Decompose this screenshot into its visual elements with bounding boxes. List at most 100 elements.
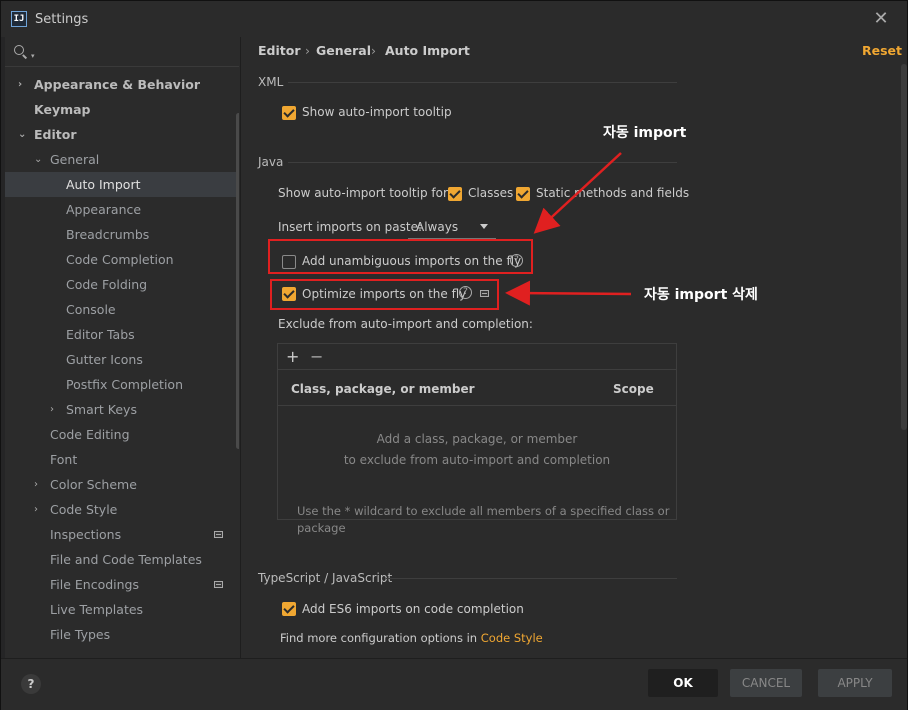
project-scope-icon — [214, 531, 223, 538]
sidebar-item[interactable]: Keymap — [5, 97, 239, 122]
sidebar-item[interactable]: ⌄ Editor — [5, 122, 239, 147]
apply-button[interactable]: APPLY — [818, 669, 892, 697]
sidebar-item-label: Code Completion — [66, 252, 174, 267]
panel-scrollbar[interactable] — [901, 64, 907, 430]
breadcrumb-auto-import: Auto Import — [385, 43, 470, 58]
close-icon[interactable]: ✕ — [871, 9, 891, 29]
sidebar-item[interactable]: Inspections — [5, 522, 239, 547]
empty-table-line-2: to exclude from auto-import and completi… — [343, 453, 611, 467]
sidebar-item-label: Code Editing — [50, 427, 130, 442]
sidebar-item[interactable]: File and Code Templates — [5, 547, 239, 572]
add-es6-label: Add ES6 imports on code completion — [302, 602, 524, 616]
sidebar-item[interactable]: File Encodings — [5, 572, 239, 597]
exclude-label: Exclude from auto-import and completion: — [278, 317, 533, 331]
title-bar: IJ Settings ✕ — [1, 1, 907, 37]
sidebar-item-label: Appearance & Behavior — [34, 77, 200, 92]
sidebar-item-label: Appearance — [66, 202, 142, 217]
sidebar-item-label: Live Templates — [50, 602, 144, 617]
auto-import-panel: Editor › General › Auto Import Reset XML… — [240, 37, 907, 658]
sidebar-item-label: File and Code Templates — [50, 552, 202, 567]
breadcrumb-separator: › — [371, 43, 376, 58]
insert-imports-value: Always — [416, 220, 459, 234]
cancel-button[interactable]: CANCEL — [730, 669, 802, 697]
reset-link[interactable]: Reset — [862, 43, 902, 58]
annotation-box-add-unambiguous — [268, 239, 533, 274]
sidebar-item[interactable]: File Types — [5, 622, 239, 647]
sidebar-item[interactable]: Code Completion — [5, 247, 239, 272]
sidebar-item-label: Editor Tabs — [66, 327, 135, 342]
sidebar-item-label: Smart Keys — [66, 402, 137, 417]
exclude-table: + − Class, package, or member Scope Add … — [277, 343, 677, 520]
sidebar-item[interactable]: Gutter Icons — [5, 347, 239, 372]
sidebar-item-label: General — [50, 152, 100, 167]
sidebar-item[interactable]: › Color Scheme — [5, 472, 239, 497]
sidebar-item-label: Code Style — [50, 502, 118, 517]
static-methods-label: Static methods and fields — [536, 186, 690, 200]
help-button[interactable]: ? — [21, 674, 41, 694]
chevron-right-icon[interactable]: › — [18, 72, 22, 97]
sidebar-item[interactable]: › Appearance & Behavior — [5, 72, 239, 97]
remove-icon[interactable]: − — [310, 347, 323, 366]
sidebar-item-label: File Encodings — [50, 577, 140, 592]
intellij-app-icon: IJ — [11, 11, 27, 27]
sidebar-item-label: Breadcrumbs — [66, 227, 150, 242]
sidebar-item-label: Color Scheme — [50, 477, 137, 492]
wildcard-hint: Use the * wildcard to exclude all member… — [297, 504, 670, 535]
sidebar-item-label: Inspections — [50, 527, 122, 542]
annotation-auto-import-remove: 자동 import 삭제 — [644, 287, 758, 303]
classes-label: Classes — [468, 186, 514, 200]
classes-checkbox[interactable] — [448, 187, 462, 201]
empty-table-line-1: Add a class, package, or member — [376, 432, 578, 446]
code-style-link[interactable]: Code Style — [481, 631, 543, 645]
sidebar-item[interactable]: Live Templates — [5, 597, 239, 622]
window-title: Settings — [35, 12, 89, 27]
sidebar-item[interactable]: Auto Import — [5, 172, 239, 197]
breadcrumb-separator: › — [305, 43, 310, 58]
sidebar-item-label: Code Folding — [66, 277, 148, 292]
find-more-text: Find more configuration options in Code … — [280, 631, 543, 645]
chevron-right-icon[interactable]: › — [34, 497, 38, 522]
chevron-down-icon[interactable]: ⌄ — [34, 147, 42, 172]
add-es6-checkbox[interactable] — [282, 602, 296, 616]
sidebar-item-label: Keymap — [34, 102, 91, 117]
sidebar-item[interactable]: Code Folding — [5, 272, 239, 297]
sidebar-item-label: Gutter Icons — [66, 352, 143, 367]
chevron-down-icon[interactable]: ⌄ — [18, 122, 26, 147]
sidebar-item[interactable]: Font — [5, 447, 239, 472]
sidebar-scrollbar[interactable] — [236, 113, 239, 449]
breadcrumb-editor[interactable]: Editor — [258, 43, 301, 58]
sidebar-item-label: Auto Import — [66, 177, 141, 192]
column-header-member[interactable]: Class, package, or member — [291, 382, 475, 396]
xml-show-tooltip-checkbox[interactable] — [282, 106, 296, 120]
ok-button[interactable]: OK — [648, 669, 718, 697]
xml-show-tooltip-label: Show auto-import tooltip — [302, 105, 452, 119]
search-icon[interactable]: ▾ — [13, 44, 35, 60]
sidebar-item[interactable]: Code Editing — [5, 422, 239, 447]
chevron-right-icon[interactable]: › — [34, 472, 38, 497]
sidebar-item[interactable]: › Code Style — [5, 497, 239, 522]
sidebar-item[interactable]: Editor Tabs — [5, 322, 239, 347]
breadcrumb-general[interactable]: General — [316, 43, 371, 58]
insert-imports-dropdown[interactable]: Always — [408, 215, 496, 239]
column-header-scope[interactable]: Scope — [613, 382, 654, 396]
sidebar-item-label: Editor — [34, 127, 77, 142]
annotation-auto-import: 자동 import — [603, 125, 687, 141]
settings-window: IJ Settings ✕ ▾ › Appearance & Behavior Ke… — [0, 0, 908, 710]
sidebar-item[interactable]: › Smart Keys — [5, 397, 239, 422]
project-scope-icon — [214, 581, 223, 588]
sidebar-item[interactable]: Appearance — [5, 197, 239, 222]
typescript-section-title: TypeScript / JavaScript — [258, 571, 393, 585]
java-section-divider — [288, 162, 677, 163]
sidebar-item[interactable]: Console — [5, 297, 239, 322]
sidebar-item[interactable]: ⌄ General — [5, 147, 239, 172]
static-methods-checkbox[interactable] — [516, 187, 530, 201]
annotation-box-optimize-imports — [270, 279, 499, 310]
sidebar-item[interactable]: Postfix Completion — [5, 372, 239, 397]
typescript-section-divider — [386, 578, 677, 579]
tooltip-for-label: Show auto-import tooltip for: — [278, 186, 452, 200]
add-icon[interactable]: + — [286, 347, 299, 366]
sidebar-item[interactable]: Breadcrumbs — [5, 222, 239, 247]
java-section-title: Java — [258, 155, 284, 169]
chevron-right-icon[interactable]: › — [50, 397, 54, 422]
find-more-prefix: Find more configuration options in — [280, 631, 481, 645]
